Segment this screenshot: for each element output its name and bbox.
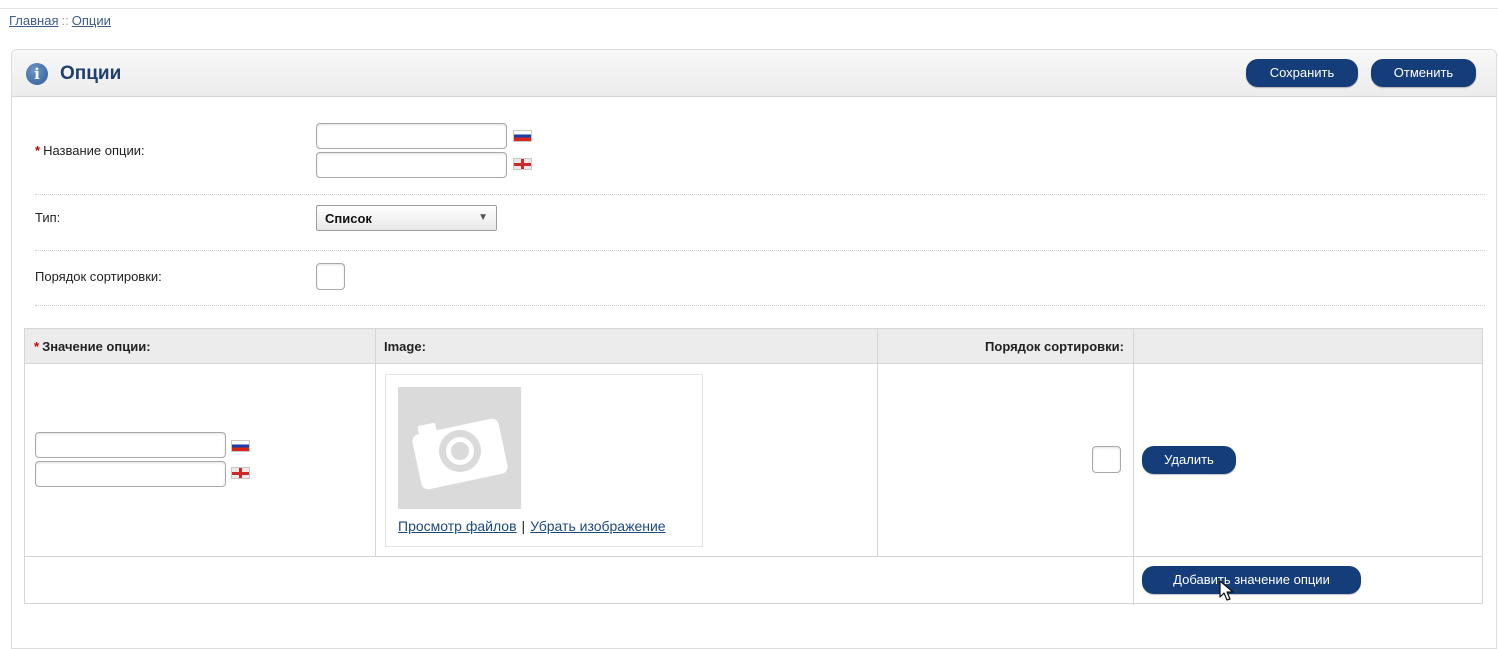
option-name-label-text: Название опции:: [43, 143, 145, 158]
column-header-value: * Значение опции:: [25, 329, 375, 364]
column-divider: [877, 329, 878, 556]
column-header-image: Image:: [375, 329, 877, 364]
sort-order-label: Порядок сортировки:: [35, 269, 162, 284]
dropdown-arrow-icon: ▼: [478, 212, 488, 223]
cancel-button[interactable]: Отменить: [1371, 59, 1476, 87]
breadcrumb-current-link[interactable]: Опции: [72, 13, 111, 28]
panel-header: i Опции Сохранить Отменить: [12, 50, 1496, 97]
flag-en-icon: [231, 467, 250, 479]
option-name-en-input[interactable]: [316, 152, 507, 178]
option-name-ru-input[interactable]: [316, 123, 507, 149]
browse-files-link[interactable]: Просмотр файлов: [398, 518, 517, 534]
required-mark: *: [34, 339, 40, 354]
row-divider: [25, 556, 1482, 557]
remove-image-link[interactable]: Убрать изображение: [530, 518, 665, 534]
column-header-actions: [1133, 329, 1482, 364]
image-cell: Просмотр файлов | Убрать изображение: [385, 374, 703, 547]
camera-placeholder-icon[interactable]: [398, 387, 521, 509]
options-panel: i Опции Сохранить Отменить * Название опц…: [11, 49, 1497, 649]
breadcrumb-home-link[interactable]: Главная: [9, 13, 58, 28]
flag-ru-icon: [513, 130, 532, 142]
column-header-sort-order: Порядок сортировки:: [877, 329, 1133, 364]
sort-order-row: Порядок сортировки:: [35, 251, 1485, 306]
type-select[interactable]: Список ▼: [316, 205, 497, 231]
option-value-ru-input[interactable]: [35, 432, 226, 458]
column-divider: [1133, 329, 1134, 605]
flag-ru-icon: [231, 440, 250, 452]
breadcrumb: Главная:: Опции: [9, 13, 111, 28]
save-button[interactable]: Сохранить: [1246, 59, 1358, 87]
column-divider: [375, 329, 376, 556]
info-icon: i: [26, 63, 48, 85]
option-value-en-input[interactable]: [35, 461, 226, 487]
option-name-label: * Название опции:: [35, 143, 145, 158]
mouse-cursor-icon: [1219, 580, 1234, 601]
image-links: Просмотр файлов | Убрать изображение: [398, 518, 666, 534]
required-mark: *: [35, 143, 41, 158]
breadcrumb-separator: ::: [61, 13, 69, 28]
flag-en-icon: [513, 158, 532, 170]
column-header-value-text: Значение опции:: [42, 339, 151, 354]
value-sort-order-input[interactable]: [1092, 446, 1121, 473]
option-name-row: * Название опции:: [35, 98, 1485, 195]
delete-value-button[interactable]: Удалить: [1142, 446, 1236, 474]
add-option-value-button[interactable]: Добавить значение опции: [1142, 566, 1361, 594]
type-row: Тип: Список ▼: [35, 196, 1485, 251]
option-values-table: * Значение опции: Image: Порядок сортиров…: [24, 328, 1483, 605]
link-separator: |: [521, 518, 526, 534]
top-divider: [0, 8, 1498, 9]
type-select-value: Список: [325, 211, 372, 226]
page-title: Опции: [60, 63, 122, 84]
type-label: Тип:: [35, 210, 61, 225]
sort-order-input[interactable]: [316, 263, 345, 290]
